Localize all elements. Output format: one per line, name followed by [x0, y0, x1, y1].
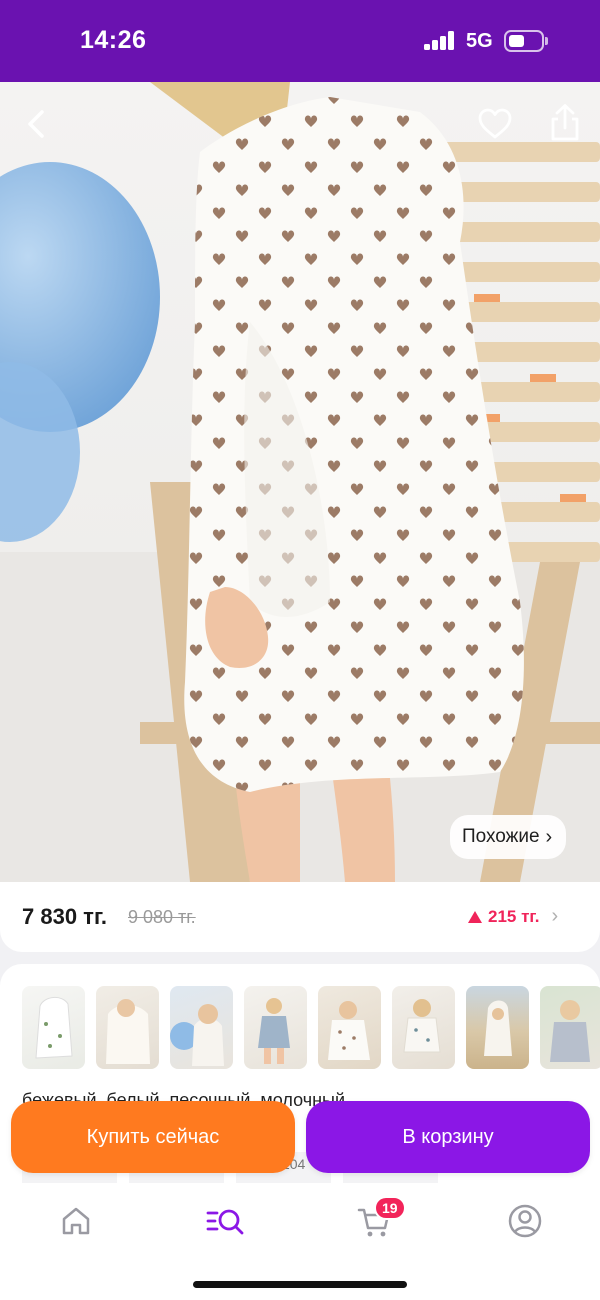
home-icon — [62, 1207, 90, 1235]
catalog-search-icon — [206, 1209, 244, 1235]
similar-products-label: Похожие — [462, 826, 540, 847]
heart-outline-icon — [478, 108, 512, 139]
add-to-cart-button[interactable]: В корзину — [306, 1101, 590, 1173]
price-change-value: 215 тг. — [488, 906, 540, 926]
variant-thumbnail[interactable] — [96, 986, 159, 1069]
nav-profile[interactable] — [505, 1201, 545, 1241]
chevron-right-icon: › — [551, 905, 559, 927]
variant-thumbnail[interactable] — [170, 986, 233, 1069]
home-indicator — [193, 1281, 407, 1288]
variant-thumbnail[interactable] — [392, 986, 455, 1069]
variant-thumbnail[interactable] — [22, 986, 85, 1069]
variant-thumbnail[interactable] — [244, 986, 307, 1069]
variant-thumbnail[interactable] — [466, 986, 529, 1069]
nav-home[interactable] — [56, 1201, 96, 1241]
current-price: 7 830 тг. — [22, 904, 108, 929]
status-bar: 14:26 5G — [0, 0, 600, 82]
variant-thumbnail[interactable] — [540, 986, 600, 1069]
nav-catalog[interactable] — [205, 1201, 245, 1241]
variant-thumbnails — [22, 986, 600, 1069]
variant-thumbnail[interactable] — [318, 986, 381, 1069]
similar-products-button[interactable]: Похожие › — [450, 815, 567, 859]
triangle-up-icon — [468, 910, 482, 923]
profile-icon — [508, 1204, 542, 1238]
share-icon — [551, 104, 579, 141]
share-button[interactable] — [546, 102, 584, 144]
price-card: 7 830 тг. 9 080 тг. 215 тг. › — [0, 882, 600, 952]
favorite-button[interactable] — [476, 104, 514, 144]
cart-count-badge: 19 — [374, 1196, 406, 1220]
battery-icon — [504, 30, 544, 52]
status-time: 14:26 — [80, 26, 147, 54]
chevron-right-icon: › — [545, 825, 553, 848]
price-change-button[interactable]: 215 тг. › — [468, 905, 558, 928]
buy-now-button[interactable]: Купить сейчас — [11, 1101, 295, 1173]
network-type: 5G — [466, 30, 493, 52]
product-photo — [0, 82, 600, 882]
back-button[interactable] — [18, 104, 54, 144]
chevron-left-icon — [28, 110, 44, 138]
signal-strength-icon — [424, 31, 456, 50]
old-price: 9 080 тг. — [128, 907, 196, 927]
product-image-gallery[interactable] — [0, 82, 600, 882]
